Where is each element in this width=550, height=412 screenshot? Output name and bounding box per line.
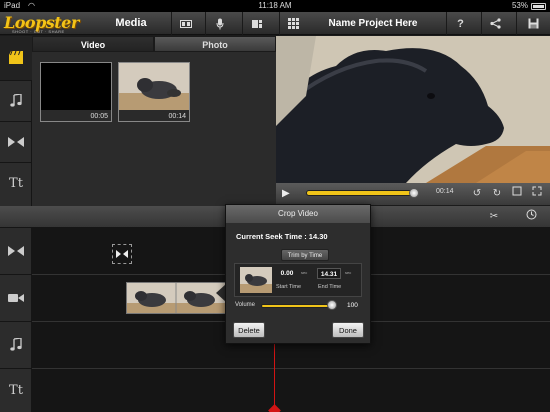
tab-video[interactable]: Video [32, 36, 154, 52]
media-panel: Video Photo 00:05 00:14 [32, 36, 276, 206]
seek-knob[interactable] [409, 188, 419, 198]
status-clock: 11:18 AM [258, 1, 292, 10]
video-preview[interactable] [276, 36, 550, 183]
clock-icon[interactable] [523, 209, 539, 225]
current-seek-time: Current Seek Time : 14.30 [236, 232, 328, 241]
video-camera-icon[interactable] [0, 275, 32, 321]
done-button[interactable]: Done [332, 322, 364, 338]
transition-marker[interactable] [112, 244, 132, 264]
text-icon[interactable]: Tt [0, 369, 32, 412]
start-time-label: Start Time [276, 284, 302, 290]
trim-panel: 0.00 sec Start Time 14.31 sec End Time [234, 263, 362, 297]
battery-icon [531, 3, 546, 10]
rotate-right-icon[interactable]: ↻ [489, 186, 505, 202]
crop-frame-icon[interactable] [509, 186, 525, 202]
tab-photo[interactable]: Photo [154, 36, 276, 52]
start-time-field[interactable]: 0.00 [275, 268, 299, 279]
start-time-unit: sec [301, 270, 308, 275]
text-icon[interactable]: Tt [0, 163, 32, 203]
dialog-title: Crop Video [226, 205, 370, 223]
volume-knob[interactable] [327, 300, 337, 310]
track-rail: Tt [0, 228, 32, 412]
scissors-icon[interactable]: ✂ [486, 209, 502, 225]
fullscreen-icon[interactable] [529, 186, 545, 202]
play-icon[interactable]: ▶ [282, 188, 290, 199]
volume-label: Volume [235, 302, 256, 308]
share-icon[interactable] [481, 12, 509, 35]
crop-video-dialog: Crop Video Current Seek Time : 14.30 Tri… [225, 204, 371, 344]
media-icon[interactable] [0, 36, 32, 80]
end-time-label: End Time [318, 284, 342, 290]
clip-duration: 00:05 [90, 113, 108, 120]
save-icon[interactable] [516, 12, 550, 35]
help-icon[interactable]: ? [446, 12, 474, 35]
clip-thumbnail[interactable]: 00:14 [118, 62, 190, 122]
transition-icon[interactable] [0, 122, 32, 162]
volume-slider[interactable] [261, 304, 335, 308]
clip-thumbnail[interactable]: 00:05 [40, 62, 112, 122]
trim-thumbnail [240, 267, 272, 293]
music-note-icon[interactable] [0, 322, 32, 368]
media-title: Media [115, 17, 147, 29]
end-time-unit: sec [345, 270, 352, 275]
battery-percent: 53% [511, 1, 528, 10]
mic-icon[interactable] [205, 12, 233, 35]
seek-slider[interactable] [306, 188, 419, 198]
clip-duration: 00:14 [168, 113, 186, 120]
preview-time: 00:14 [436, 188, 454, 195]
status-bar: iPad ◠ 11:18 AM 53% [0, 0, 550, 12]
transition-icon[interactable] [0, 228, 32, 274]
rotate-left-icon[interactable]: ↺ [469, 186, 485, 202]
volume-value: 100 [347, 302, 358, 309]
movie-icon[interactable] [171, 12, 199, 35]
top-toolbar: Loopster SHOOT · CUT · SHARE Media Name … [0, 12, 550, 35]
storyboard-icon[interactable] [242, 12, 270, 35]
project-title[interactable]: Name Project Here [303, 12, 443, 35]
trim-by-time-button[interactable]: Trim by Time [281, 249, 329, 261]
preview-controls: ▶ 00:14 ↺ ↻ [276, 183, 550, 205]
audio-icon[interactable] [0, 81, 32, 121]
media-tabs: Video Photo [32, 36, 276, 52]
logo-tagline: SHOOT · CUT · SHARE [12, 29, 65, 34]
video-clip[interactable] [126, 282, 226, 314]
end-time-field[interactable]: 14.31 [317, 268, 341, 279]
delete-button[interactable]: Delete [233, 322, 265, 338]
